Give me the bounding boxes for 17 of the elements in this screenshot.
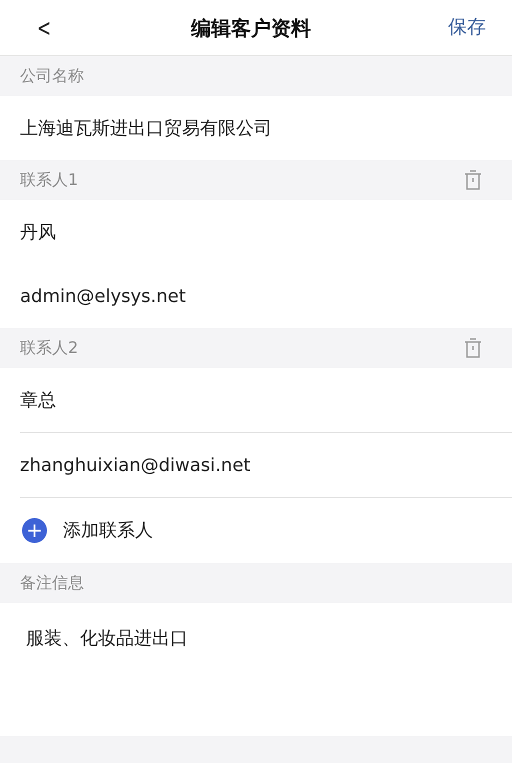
company-name-field[interactable]: 上海迪瓦斯进出口贸易有限公司 [0, 96, 512, 160]
add-contact-button[interactable]: + 添加联系人 [0, 498, 512, 563]
page-title: 编辑客户资料 [191, 16, 312, 40]
section-label: 备注信息 [20, 572, 84, 594]
back-button[interactable]: < [37, 16, 52, 40]
save-button[interactable]: 保存 [448, 13, 486, 42]
trash-icon[interactable] [464, 338, 482, 358]
contact-email-field[interactable]: zhanghuixian@diwasi.net [0, 433, 512, 497]
section-label: 联系人1 [20, 169, 78, 191]
contact-email-field[interactable]: admin@elysys.net [0, 264, 512, 328]
section-label: 联系人2 [20, 337, 78, 359]
contact-name-field[interactable]: 丹风 [0, 200, 512, 264]
remarks-field[interactable]: 服装、化妆品进出口 [0, 603, 512, 736]
add-icon: + [22, 518, 47, 543]
trash-icon[interactable] [464, 170, 482, 190]
contact-name-field[interactable]: 章总 [0, 368, 512, 432]
section-label: 公司名称 [20, 65, 84, 87]
